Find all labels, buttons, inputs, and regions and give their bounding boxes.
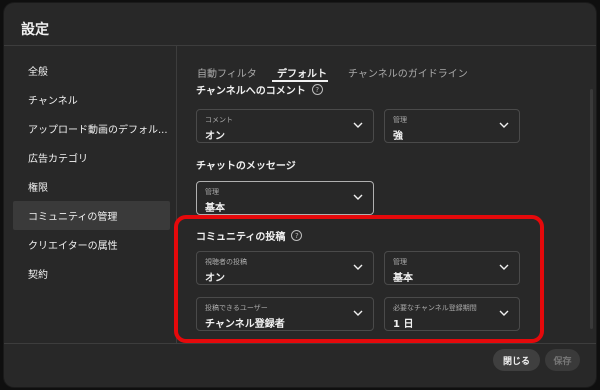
section-title-community-posts: コミュニティの投稿 ? (196, 228, 303, 243)
sidebar-item-agreements[interactable]: 契約 (13, 259, 170, 288)
content-scrollbar[interactable] (590, 89, 593, 329)
chat-moderation-select[interactable]: 管理 基本 (196, 181, 374, 215)
help-icon[interactable]: ? (311, 84, 323, 95)
sidebar-item-community[interactable]: コミュニティの管理 (13, 201, 170, 230)
tab-bar: 自動フィルタ デフォルト チャンネルのガイドライン (177, 46, 596, 84)
select-label: 視聴者の投稿 (205, 258, 247, 266)
tab-channel-guidelines[interactable]: チャンネルのガイドライン (348, 65, 468, 80)
help-icon[interactable]: ? (291, 230, 303, 241)
select-value: 基本 (393, 273, 413, 284)
section-title-channel-comments: チャンネルへのコメント ? (196, 84, 323, 97)
chevron-down-icon (353, 264, 363, 270)
dialog-title: 設定 (21, 22, 49, 38)
section-title-text: コミュニティの投稿 (196, 232, 286, 243)
comments-moderation-select[interactable]: 管理 強 (384, 109, 520, 143)
chevron-down-icon (353, 122, 363, 128)
chevron-down-icon (353, 310, 363, 316)
select-value: オン (205, 131, 225, 142)
save-button[interactable]: 保存 (545, 349, 580, 371)
select-label: 投稿できるユーザー (205, 304, 268, 312)
select-value: チャンネル登録者 (205, 319, 285, 330)
tab-defaults[interactable]: デフォルト (277, 65, 327, 80)
sidebar-item-channel[interactable]: チャンネル (13, 85, 170, 114)
footer-divider (4, 343, 596, 344)
chevron-down-icon (499, 264, 509, 270)
select-value: 基本 (205, 203, 225, 214)
sidebar-item-upload-defaults[interactable]: アップロード動画のデフォル... (13, 114, 170, 143)
required-period-select[interactable]: 必要なチャンネル登録期間 1 日 (384, 297, 520, 331)
community-moderation-select[interactable]: 管理 基本 (384, 251, 520, 285)
chevron-down-icon (499, 122, 509, 128)
settings-sidebar: 全般 チャンネル アップロード動画のデフォル... 広告カテゴリ 権限 コミュニ… (4, 46, 176, 343)
who-can-post-select[interactable]: 投稿できるユーザー チャンネル登録者 (196, 297, 374, 331)
select-value: オン (205, 273, 225, 284)
viewer-posts-select[interactable]: 視聴者の投稿 オン (196, 251, 374, 285)
section-title-chat: チャットのメッセージ (196, 157, 296, 172)
active-tab-indicator (272, 80, 328, 82)
sidebar-item-creator-attribution[interactable]: クリエイターの属性 (13, 230, 170, 259)
sidebar-item-general[interactable]: 全般 (13, 56, 170, 85)
section-title-text: チャットのメッセージ (196, 161, 296, 172)
settings-content: チャンネルへのコメント ? コメント オン 管理 強 チャットのメッセージ 管理… (177, 84, 596, 343)
chevron-down-icon (353, 194, 363, 200)
settings-dialog: 設定 全般 チャンネル アップロード動画のデフォル... 広告カテゴリ 権限 コ… (4, 3, 596, 387)
select-value: 強 (393, 131, 403, 142)
close-button[interactable]: 閉じる (493, 349, 540, 371)
tab-auto-filter[interactable]: 自動フィルタ (197, 65, 257, 80)
comments-select[interactable]: コメント オン (196, 109, 374, 143)
sidebar-item-permissions[interactable]: 権限 (13, 172, 170, 201)
select-label: 管理 (205, 188, 219, 196)
chevron-down-icon (499, 310, 509, 316)
sidebar-item-ad-categories[interactable]: 広告カテゴリ (13, 143, 170, 172)
select-value: 1 日 (393, 319, 414, 330)
section-title-text: チャンネルへのコメント (196, 86, 306, 97)
select-label: コメント (205, 116, 233, 124)
